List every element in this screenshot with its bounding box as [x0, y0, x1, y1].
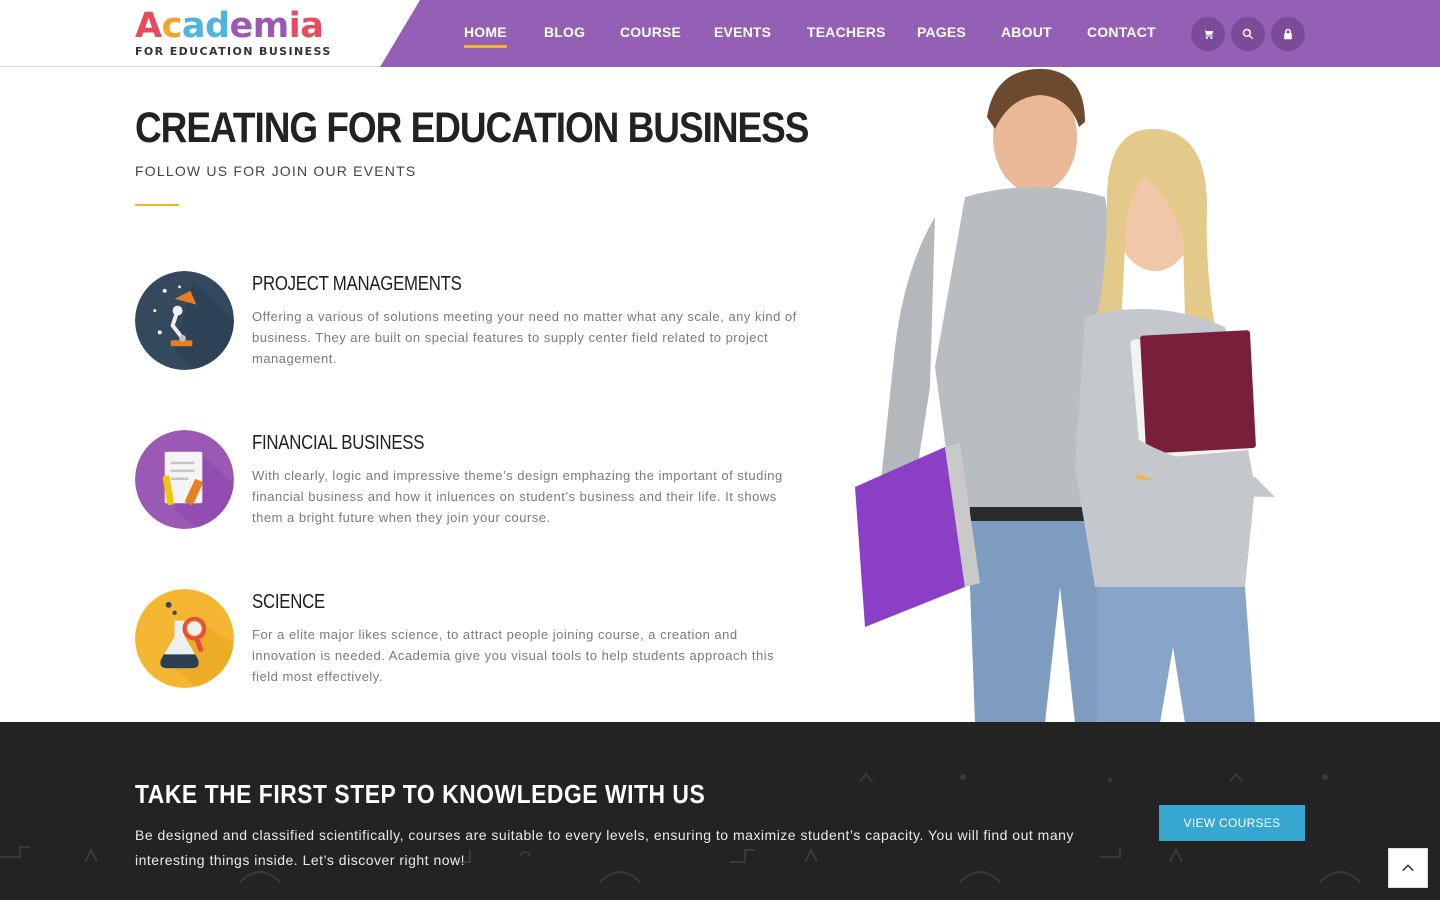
- cta-title: TAKE THE FIRST STEP TO KNOWLEDGE WITH US: [135, 779, 706, 809]
- logo-letter: d: [204, 6, 230, 46]
- page-subtitle: FOLLOW US FOR JOIN OUR EVENTS: [135, 163, 417, 179]
- nav-contact[interactable]: CONTACT: [1087, 24, 1156, 40]
- back-to-top-button[interactable]: [1388, 848, 1428, 888]
- nav-course[interactable]: COURSE: [620, 24, 681, 40]
- nav-blog[interactable]: BLOG: [544, 24, 585, 40]
- cart-icon: [1202, 29, 1214, 40]
- feature-text: Offering a various of solutions meeting …: [252, 309, 797, 366]
- nav-pages[interactable]: PAGES: [917, 24, 966, 40]
- cta-section: TAKE THE FIRST STEP TO KNOWLEDGE WITH US…: [0, 722, 1440, 900]
- desk-lamp-icon: [135, 271, 234, 370]
- logo-letter: A: [135, 6, 162, 46]
- logo-wordmark: Academia: [135, 6, 324, 46]
- logo-letter: a: [300, 6, 324, 46]
- feature-title: SCIENCE: [252, 591, 325, 613]
- logo-letter: i: [288, 6, 301, 46]
- feature-title: PROJECT MANAGEMENTS: [252, 273, 462, 295]
- logo-letter: e: [229, 6, 254, 46]
- logo-letter: a: [181, 6, 206, 46]
- feature-text: With clearly, logic and impressive theme…: [252, 468, 783, 525]
- cta-text: Be designed and classified scientificall…: [135, 827, 1074, 868]
- logo-tagline: FOR EDUCATION BUSINESS: [135, 45, 332, 58]
- site-header: Academia FOR EDUCATION BUSINESS HOME BLO…: [0, 0, 1440, 67]
- students-photo: [835, 67, 1305, 723]
- chevron-up-icon: [1402, 864, 1414, 872]
- nav-about[interactable]: ABOUT: [1001, 24, 1052, 40]
- document-pencil-icon: [135, 430, 234, 529]
- site-logo[interactable]: Academia FOR EDUCATION BUSINESS: [135, 6, 330, 61]
- nav-home[interactable]: HOME: [464, 24, 507, 48]
- feature-text: For a elite major likes science, to attr…: [252, 627, 775, 684]
- cart-button[interactable]: [1191, 17, 1225, 51]
- feature-title: FINANCIAL BUSINESS: [252, 432, 425, 454]
- nav-events[interactable]: EVENTS: [714, 24, 771, 40]
- title-underline: [135, 204, 179, 206]
- search-button[interactable]: [1231, 17, 1265, 51]
- flask-magnifier-icon: [135, 589, 234, 688]
- page-title: CREATING FOR EDUCATION BUSINESS: [135, 104, 809, 152]
- lock-icon: [1284, 28, 1292, 40]
- logo-letter: m: [252, 6, 289, 46]
- nav-teachers[interactable]: TEACHERS: [807, 24, 886, 40]
- search-icon: [1242, 28, 1254, 40]
- logo-letter: c: [161, 6, 183, 46]
- login-button[interactable]: [1271, 17, 1305, 51]
- view-courses-button[interactable]: VIEW COURSES: [1159, 805, 1305, 841]
